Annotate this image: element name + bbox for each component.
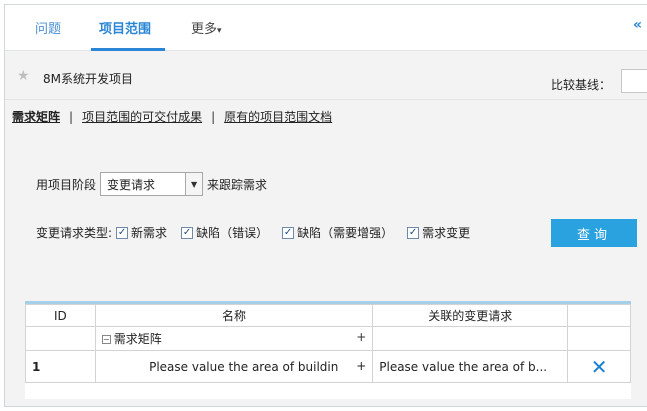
link-requirement-matrix[interactable]: 需求矩阵: [12, 108, 60, 125]
check-icon: ✓: [116, 226, 129, 239]
chevron-down-icon: ▾: [217, 26, 222, 36]
separator: |: [69, 110, 74, 124]
baseline-select[interactable]: [621, 69, 647, 93]
cell-actions: ✕: [567, 350, 631, 383]
table-row: − 需求矩阵 +: [25, 326, 631, 351]
stage-filter-row: 用项目阶段 变更请求 ▼ 来跟踪需求: [36, 172, 267, 196]
tree-node-label[interactable]: 需求矩阵: [114, 332, 162, 346]
table-header-row: ID 名称 关联的变更请求: [25, 304, 631, 327]
stage-suffix-label: 来跟踪需求: [207, 177, 268, 192]
cell-name: − 需求矩阵 +: [94, 326, 374, 351]
star-icon[interactable]: ★: [17, 68, 30, 84]
checkbox-requirement-change[interactable]: ✓ 需求变更: [407, 224, 470, 241]
app-frame: 问题 项目范围 更多▾ « ★ 8M系统开发项目 比较基线： 需求矩阵 | 项目范围…: [4, 4, 647, 407]
related-request-link[interactable]: Please value the area of b...: [379, 360, 561, 374]
check-icon: ✓: [181, 226, 194, 239]
stage-select[interactable]: 变更请求 ▼: [100, 172, 204, 196]
type-filter-row: 变更请求类型: ✓ 新需求 ✓ 缺陷（错误） ✓ 缺陷（需要增强） ✓ 需求变更: [36, 224, 484, 241]
types-label: 变更请求类型:: [36, 226, 113, 240]
add-icon[interactable]: +: [356, 330, 366, 344]
table-row: 1 Please value the area of buildin + Ple…: [25, 350, 631, 383]
more-label: 更多: [191, 22, 218, 37]
close-icon[interactable]: ✕: [574, 357, 624, 377]
cell-name: Please value the area of buildin +: [94, 350, 374, 383]
requirement-matrix-table: ID 名称 关联的变更请求 − 需求矩阵 + 1 Please value th…: [25, 301, 631, 399]
checkbox-label: 缺陷（需要增强）: [297, 226, 394, 240]
checkbox-new-requirement[interactable]: ✓ 新需求: [116, 224, 167, 241]
requirement-name[interactable]: Please value the area of buildin: [149, 360, 338, 374]
tab-issues[interactable]: 问题: [35, 18, 61, 37]
add-icon[interactable]: +: [356, 359, 366, 373]
checkbox-defect-enhancement[interactable]: ✓ 缺陷（需要增强）: [282, 224, 393, 241]
collapse-icon[interactable]: «: [633, 17, 642, 33]
checkbox-label: 缺陷（错误）: [196, 226, 269, 240]
cell-actions: [567, 326, 631, 351]
column-header-name[interactable]: 名称: [94, 304, 374, 327]
collapse-toggle-icon[interactable]: −: [101, 335, 111, 344]
project-header: ★ 8M系统开发项目 比较基线：: [5, 52, 647, 100]
checkbox-defect-bug[interactable]: ✓ 缺陷（错误）: [181, 224, 268, 241]
cell-related: Please value the area of b...: [372, 350, 569, 383]
column-header-id[interactable]: ID: [25, 304, 96, 327]
baseline-label: 比较基线：: [551, 78, 612, 92]
stage-select-value: 变更请求: [107, 177, 156, 192]
check-icon: ✓: [282, 226, 295, 239]
column-header-related-requests[interactable]: 关联的变更请求: [372, 304, 569, 327]
link-original-scope-docs[interactable]: 原有的项目范围文档: [224, 108, 332, 125]
column-header-actions: [567, 304, 631, 327]
stage-prefix-label: 用项目阶段: [36, 177, 97, 192]
more-menu[interactable]: 更多▾: [191, 18, 222, 37]
cell-id: [25, 326, 96, 351]
scope-subnav: 需求矩阵 | 项目范围的可交付成果 | 原有的项目范围文档: [12, 108, 332, 125]
query-button[interactable]: 查询: [551, 219, 637, 247]
project-name: 8M系统开发项目: [43, 72, 133, 86]
tab-project-scope[interactable]: 项目范围: [99, 18, 151, 37]
link-scope-deliverables[interactable]: 项目范围的可交付成果: [82, 108, 202, 125]
chevron-down-icon: ▼: [185, 173, 203, 195]
active-tab-indicator: [91, 48, 165, 51]
checkbox-label: 需求变更: [422, 226, 471, 240]
check-icon: ✓: [407, 226, 420, 239]
checkbox-label: 新需求: [131, 226, 168, 240]
cell-related: [372, 326, 569, 351]
top-nav: 问题 项目范围 更多▾ «: [5, 5, 647, 51]
cell-id: 1: [25, 350, 96, 383]
separator: |: [211, 110, 216, 124]
